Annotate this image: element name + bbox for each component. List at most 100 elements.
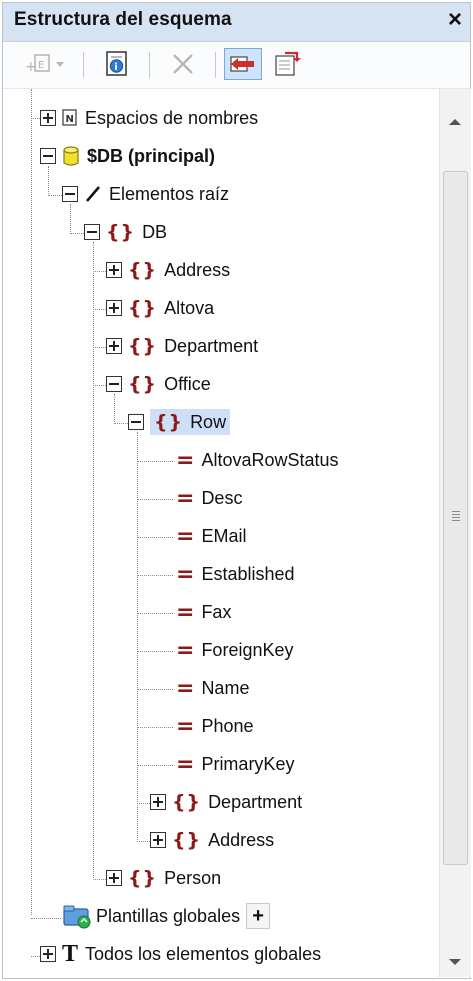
collapse-icon[interactable] (106, 376, 122, 392)
tree-node-attribute[interactable]: = Name (176, 671, 249, 705)
tree-connector (137, 727, 173, 728)
tree-node-address[interactable]: {} Address (106, 253, 230, 287)
tree-node-attribute[interactable]: = Established (176, 557, 295, 591)
add-element-button[interactable]: + E (17, 48, 73, 80)
tree-connector (137, 575, 173, 576)
thumb-grip (452, 511, 460, 512)
tree-node-label: Department (208, 791, 303, 812)
delete-button[interactable] (165, 48, 201, 80)
schema-tree: N Espacios de nombres $DB (principal) El… (3, 89, 438, 977)
collapse-icon[interactable] (62, 186, 78, 202)
collapse-icon[interactable] (84, 224, 100, 240)
tree-node-attribute[interactable]: = Desc (176, 481, 242, 515)
tree-node-namespaces[interactable]: N Espacios de nombres (40, 101, 258, 135)
attribute-icon: = (176, 713, 195, 739)
expand-icon[interactable] (40, 110, 56, 126)
tree-node-label: Desc (201, 487, 243, 508)
tree-connector (93, 879, 106, 880)
schema-sources-icon (275, 51, 301, 76)
tree-node-altova[interactable]: {} Altova (106, 291, 214, 325)
tree-connector (93, 385, 106, 386)
toolbar-separator (83, 52, 84, 78)
svg-text:N: N (66, 114, 74, 125)
schema-sources-button[interactable] (268, 48, 306, 80)
tree-connector (114, 423, 128, 424)
tree-node-attribute[interactable]: = PrimaryKey (176, 747, 294, 781)
scrollbar-thumb[interactable] (443, 171, 468, 865)
attribute-icon: = (176, 599, 195, 625)
schema-info-button[interactable]: i (99, 48, 135, 80)
expand-icon[interactable] (106, 338, 122, 354)
show-in-design-icon (230, 56, 254, 72)
element-icon: {} (154, 411, 184, 433)
tree-connector (31, 89, 32, 915)
window-title: Estructura del esquema (14, 9, 232, 30)
attribute-icon: = (176, 675, 195, 701)
attribute-icon: = (176, 485, 195, 511)
tree-node-label: Todos los elementos globales (85, 943, 322, 964)
show-in-design-button[interactable] (224, 48, 262, 80)
close-button[interactable]: × (448, 5, 462, 35)
tree-node-label: Person (164, 867, 222, 888)
tree-node-attribute[interactable]: = ForeignKey (176, 633, 294, 667)
tree-node-row-department[interactable]: {} Department (150, 785, 302, 819)
tree-node-attribute[interactable]: = Phone (176, 709, 254, 743)
vertical-scrollbar[interactable] (439, 89, 471, 977)
thumb-grip (452, 517, 460, 518)
tree-connector (31, 956, 40, 957)
tree-node-label: Address (208, 829, 275, 850)
tree-node-office[interactable]: {} Office (106, 367, 211, 401)
tree-node-label: Established (201, 563, 295, 584)
tree-connector (137, 537, 173, 538)
tree-node-attribute[interactable]: = EMail (176, 519, 246, 553)
attribute-icon: = (176, 561, 195, 587)
scroll-up-icon[interactable] (449, 119, 461, 125)
attribute-icon: = (176, 523, 195, 549)
tree-node-person[interactable]: {} Person (106, 861, 221, 895)
tree-node-row[interactable]: {} Row (128, 405, 231, 439)
tree-connector (137, 651, 173, 652)
collapse-icon[interactable] (40, 148, 56, 164)
tree-node-all-global-elements[interactable]: T Todos los elementos globales (40, 937, 321, 971)
selected-node: {} Row (150, 409, 231, 435)
expand-icon[interactable] (106, 300, 122, 316)
add-element-icon: + E (25, 54, 64, 75)
toolbar: + E i (3, 42, 470, 89)
tree-node-label: Elementos raíz (109, 183, 230, 204)
tree-connector (137, 499, 173, 500)
tree-node-db-principal[interactable]: $DB (principal) (40, 139, 215, 173)
svg-text:i: i (114, 62, 117, 73)
collapse-icon[interactable] (128, 414, 144, 430)
tree-connector (137, 765, 173, 766)
scroll-down-icon[interactable] (449, 959, 461, 965)
element-icon: {} (172, 791, 202, 813)
tree-node-department[interactable]: {} Department (106, 329, 258, 363)
tree-node-attribute[interactable]: = Fax (176, 595, 231, 629)
tree-node-root-elements[interactable]: Elementos raíz (62, 177, 229, 211)
root-elements-icon (84, 185, 102, 203)
tree-connector (137, 841, 150, 842)
schema-info-icon: i (106, 51, 127, 76)
attribute-icon: = (176, 751, 195, 777)
tree-node-global-templates[interactable]: Plantillas globales + (62, 899, 271, 933)
expand-icon[interactable] (40, 946, 56, 962)
tree-node-db[interactable]: {} DB (84, 215, 167, 249)
tree-node-label: Address (164, 259, 231, 280)
expand-icon[interactable] (150, 794, 166, 810)
tree-node-label: Fax (201, 601, 232, 622)
tree-node-label: Office (164, 373, 211, 394)
tree-node-attribute[interactable]: = AltovaRowStatus (176, 443, 339, 477)
tree-node-row-address[interactable]: {} Address (150, 823, 274, 857)
tree-node-label: AltovaRowStatus (201, 449, 339, 470)
expand-icon[interactable] (106, 262, 122, 278)
tree-node-label: Name (201, 677, 250, 698)
add-global-template-button[interactable]: + (246, 903, 271, 929)
database-icon (62, 145, 80, 167)
expand-icon[interactable] (106, 870, 122, 886)
tree-connector (93, 309, 106, 310)
expand-icon[interactable] (150, 832, 166, 848)
tree-connector (70, 233, 84, 234)
tree-node-label: $DB (principal) (87, 145, 216, 166)
tree-node-label: EMail (201, 525, 247, 546)
tree-connector (137, 432, 138, 842)
